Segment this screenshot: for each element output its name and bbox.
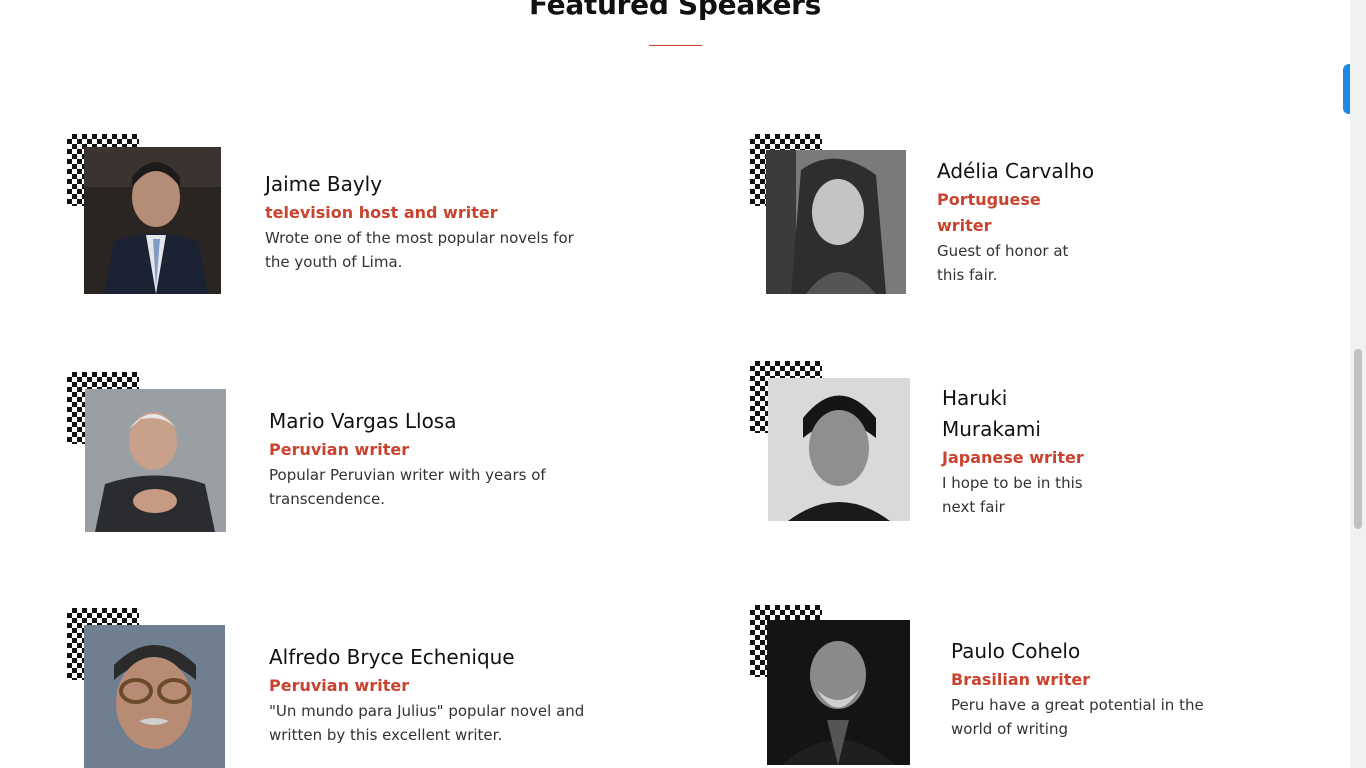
speaker-description: Popular Peruvian writer with years of tr… <box>269 466 546 508</box>
speaker-card: Adélia Carvalho Portuguese writer Guest … <box>750 134 1290 294</box>
title-divider <box>649 45 702 46</box>
speaker-description: I hope to be in this next fair <box>942 474 1083 516</box>
scrollbar-thumb[interactable] <box>1354 349 1362 529</box>
speaker-description: Peru have a great potential in the world… <box>951 696 1204 738</box>
speaker-card: Jaime Bayly television host and writer W… <box>67 134 607 294</box>
speaker-photo <box>766 150 906 294</box>
speaker-photo <box>767 620 910 765</box>
speaker-name: Jaime Bayly <box>265 172 383 196</box>
speaker-card: Alfredo Bryce Echenique Peruvian writer … <box>67 608 607 768</box>
speaker-role: Portuguese writer <box>937 190 1041 235</box>
speaker-photo <box>85 389 226 532</box>
speaker-role: Peruvian writer <box>269 676 410 695</box>
speaker-photo <box>84 147 221 294</box>
speaker-description: Wrote one of the most popular novels for… <box>265 229 574 271</box>
speaker-role: television host and writer <box>265 203 498 222</box>
speaker-photo <box>84 625 225 768</box>
speaker-card: Mario Vargas Llosa Peruvian writer Popul… <box>67 372 607 532</box>
section-title: Featured Speakers <box>528 0 822 21</box>
speaker-name: Mario Vargas Llosa <box>269 409 457 433</box>
speaker-description: Guest of honor at this fair. <box>937 242 1069 284</box>
speaker-card: Haruki Murakami Japanese writer I hope t… <box>750 361 1290 521</box>
speaker-role: Peruvian writer <box>269 440 410 459</box>
speaker-description: "Un mundo para Julius" popular novel and… <box>269 702 585 744</box>
speaker-name: Haruki Murakami <box>942 386 1041 441</box>
speaker-name: Adélia Carvalho <box>937 159 1095 183</box>
speaker-card: Paulo Cohelo Brasilian writer Peru have … <box>750 605 1290 768</box>
speaker-role: Brasilian writer <box>951 670 1091 689</box>
featured-speakers-section: Featured Speakers Jaime Bayly television… <box>0 0 1350 768</box>
speaker-role: Japanese writer <box>942 448 1084 467</box>
speaker-name: Alfredo Bryce Echenique <box>269 645 515 669</box>
speaker-photo <box>768 378 910 521</box>
speaker-name: Paulo Cohelo <box>951 639 1081 663</box>
